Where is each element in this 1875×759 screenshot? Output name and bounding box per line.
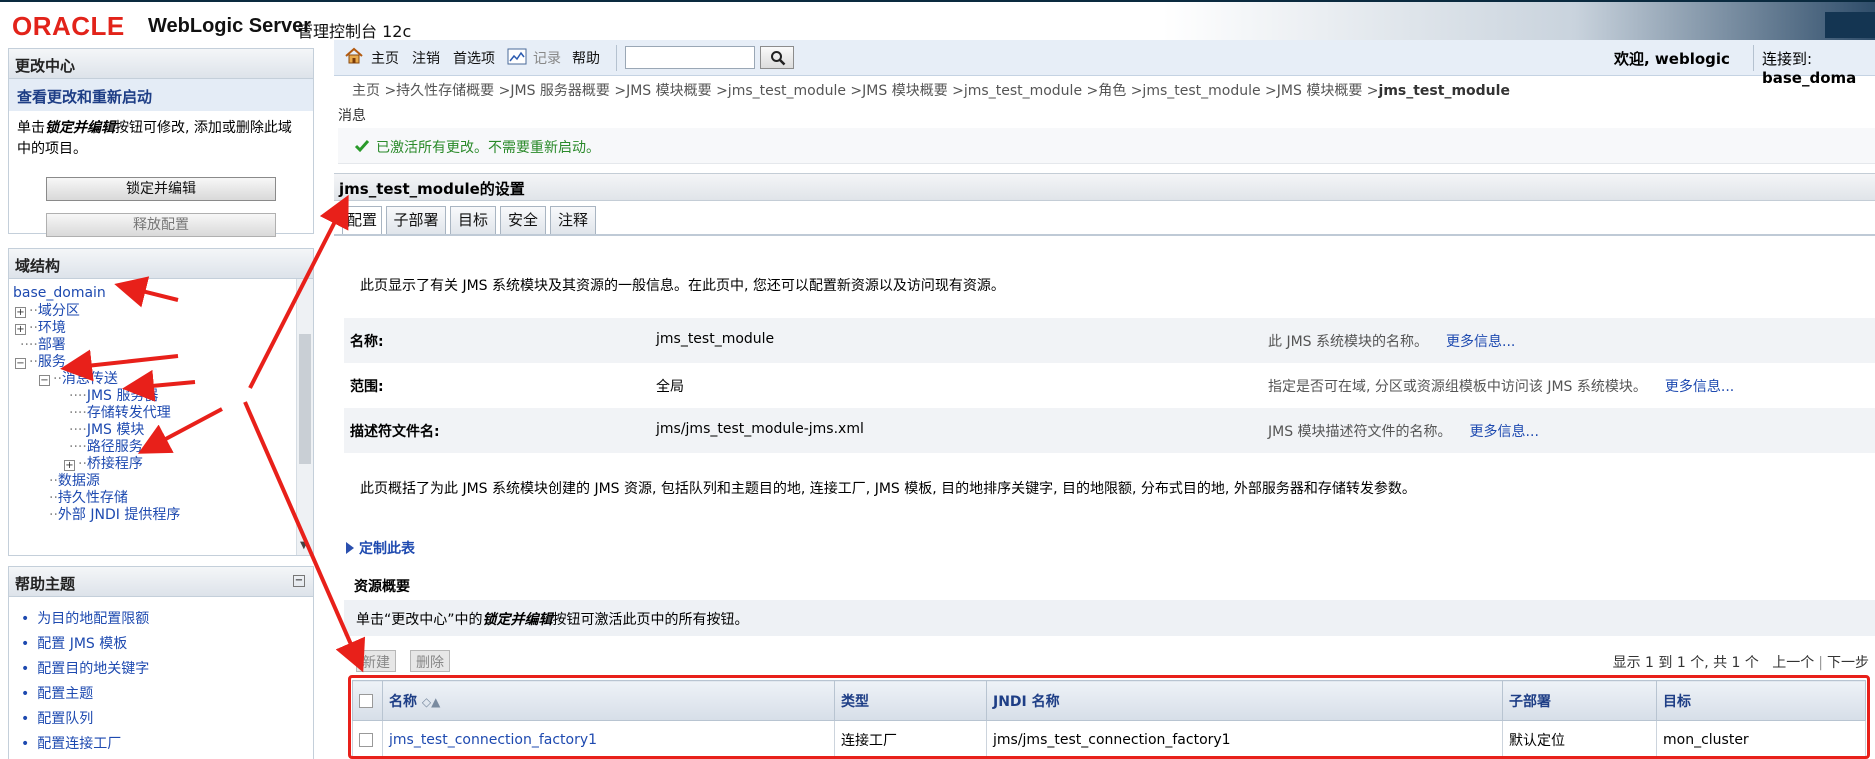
help-link[interactable]: 配置主题 [21, 682, 313, 707]
product-name: WebLogic Server [148, 15, 312, 37]
customize-table-link[interactable]: 定制此表 [346, 538, 415, 558]
more-info-link[interactable]: 更多信息... [1446, 334, 1515, 350]
collapse-icon[interactable]: − [293, 575, 305, 587]
table-toolbar: 新建 删除 显示 1 到 1 个, 共 1 个 上一个 | 下一步 [344, 648, 1875, 674]
attribute-value: jms_test_module [656, 331, 775, 347]
help-link[interactable]: 配置连接工厂 [21, 732, 313, 757]
top-toolbar: 主页 注销 首选项 记录 帮助 欢迎, weblogic 连接到: base_d… [334, 40, 1875, 87]
help-link[interactable]: 配置目的地关键字 [21, 657, 313, 682]
message-box: 已激活所有更改。不需要重新启动。 [338, 128, 1875, 164]
help-topics-panel: 帮助主题 − 为目的地配置限额 配置 JMS 模板 配置目的地关键字 配置主题 … [8, 566, 314, 759]
tree-item-foreign-jndi[interactable]: ··外部 JNDI 提供程序 [49, 506, 180, 525]
breadcrumb[interactable]: 主页 >持久性存储概要 >JMS 服务器概要 >JMS 模块概要 >jms_te… [352, 80, 1510, 100]
next-page-link[interactable]: 下一步 [1827, 655, 1869, 671]
tab-notes[interactable]: 注释 [550, 206, 596, 235]
help-menu-link[interactable]: 帮助 [572, 48, 600, 68]
welcome-text: 欢迎, weblogic [1614, 50, 1730, 68]
resource-hint: 单击“更改中心”中的锁定并编辑按钮可激活此页中的所有按钮。 [344, 600, 1875, 636]
search-icon [771, 51, 786, 66]
attribute-label: 描述符文件名: [350, 424, 440, 440]
search-button[interactable] [760, 46, 794, 69]
more-info-link[interactable]: 更多信息... [1470, 424, 1539, 440]
connected-to: 连接到: base_doma [1762, 50, 1857, 87]
prev-page-link[interactable]: 上一个 [1772, 655, 1814, 671]
change-center-title: 更改中心 [9, 49, 313, 79]
lock-and-edit-button[interactable]: 锁定并编辑 [46, 177, 276, 201]
settings-title: jms_test_module的设置 [334, 173, 1875, 201]
help-link[interactable]: 为目的地配置限额 [21, 607, 313, 632]
tree-item-base-domain[interactable]: base_domain [13, 284, 106, 303]
more-info-link[interactable]: 更多信息... [1665, 379, 1734, 395]
caret-right-icon [346, 542, 354, 554]
attribute-label: 名称: [350, 334, 384, 350]
breadcrumb-current: jms_test_module [1378, 83, 1510, 99]
message-text: 已激活所有更改。不需要重新启动。 [376, 140, 600, 156]
annotation-highlight-box [348, 675, 1870, 759]
collapse-icon[interactable]: − [15, 358, 26, 369]
scroll-down-icon[interactable]: ▼ [300, 540, 308, 551]
help-link[interactable]: 配置 JMS 模板 [21, 632, 313, 657]
banner-decoration [1825, 12, 1875, 38]
attributes-table: 名称: jms_test_module 此 JMS 系统模块的名称。 更多信息..… [344, 318, 1875, 453]
change-center-description: 单击锁定并编辑按钮可修改, 添加或删除此域中的项目。 [17, 120, 292, 157]
attribute-row: 范围: 全局 指定是否可在域, 分区或资源组模板中访问该 JMS 系统模块。 更多… [344, 363, 1875, 408]
view-changes-link[interactable]: 查看更改和重新启动 [9, 79, 313, 111]
logout-link[interactable]: 注销 [412, 48, 440, 68]
attribute-label: 范围: [350, 379, 384, 395]
toolbar-divider [1753, 45, 1754, 71]
delete-button[interactable]: 删除 [410, 650, 450, 672]
resources-description: 此页概括了为此 JMS 系统模块创建的 JMS 资源, 包括队列和主题目的地, … [360, 481, 1416, 497]
checkmark-icon [354, 140, 370, 153]
expand-icon[interactable]: + [64, 460, 75, 471]
product-subtitle: 管理控制台 12c [297, 22, 412, 41]
tab-subdeployments[interactable]: 子部署 [386, 206, 446, 235]
scrollbar-thumb[interactable] [299, 334, 311, 464]
tab-security[interactable]: 安全 [500, 206, 546, 235]
domain-structure-title: 域结构 [9, 249, 313, 279]
new-button[interactable]: 新建 [356, 650, 396, 672]
tree-scrollbar[interactable]: ▼ [296, 279, 313, 555]
attribute-value: jms/jms_test_module-jms.xml [656, 421, 864, 437]
top-banner: ORACLE WebLogic Server 管理控制台 12c [0, 0, 1875, 41]
record-icon[interactable] [507, 48, 527, 65]
record-link[interactable]: 记录 [533, 48, 561, 68]
home-link[interactable]: 主页 [371, 48, 399, 68]
preferences-link[interactable]: 首选项 [453, 48, 495, 68]
release-configuration-button[interactable]: 释放配置 [46, 213, 276, 237]
attribute-row: 名称: jms_test_module 此 JMS 系统模块的名称。 更多信息..… [344, 318, 1875, 363]
help-topics-title: 帮助主题 [9, 567, 313, 597]
attribute-description: 指定是否可在域, 分区或资源组模板中访问该 JMS 系统模块。 更多信息... [1268, 379, 1735, 395]
resource-summary-title: 资源概要 [354, 579, 410, 595]
expand-icon[interactable]: + [15, 307, 26, 318]
toolbar-divider [616, 45, 617, 71]
messages-label: 消息 [338, 108, 366, 124]
search-input[interactable] [625, 46, 755, 69]
home-icon[interactable] [344, 46, 364, 66]
attribute-description: 此 JMS 系统模块的名称。 更多信息... [1268, 334, 1516, 350]
tab-configuration[interactable]: 配置 [342, 206, 382, 236]
tab-underline [334, 234, 1875, 236]
help-link[interactable]: 配置队列 [21, 707, 313, 732]
help-topics-list: 为目的地配置限额 配置 JMS 模板 配置目的地关键字 配置主题 配置队列 配置… [9, 597, 313, 757]
domain-structure-panel: 域结构 base_domain + ··域分区 + ··环境 ····部署 − ··服… [8, 248, 314, 556]
change-center-panel: 更改中心 查看更改和重新启动 单击锁定并编辑按钮可修改, 添加或删除此域中的项目… [8, 48, 314, 237]
domain-tree: base_domain + ··域分区 + ··环境 ····部署 − ··服务 − ·… [9, 279, 297, 555]
expand-icon[interactable]: + [15, 324, 26, 335]
oracle-logo: ORACLE [12, 11, 125, 41]
pager: 显示 1 到 1 个, 共 1 个 上一个 | 下一步 [1612, 655, 1869, 671]
attribute-description: JMS 模块描述符文件的名称。 更多信息... [1268, 424, 1539, 440]
collapse-icon[interactable]: − [39, 375, 50, 386]
attribute-value: 全局 [656, 379, 684, 395]
attribute-row: 描述符文件名: jms/jms_test_module-jms.xml JMS … [344, 408, 1875, 453]
tab-targets[interactable]: 目标 [450, 206, 496, 235]
page-description: 此页显示了有关 JMS 系统模块及其资源的一般信息。在此页中, 您还可以配置新资… [360, 278, 1005, 294]
